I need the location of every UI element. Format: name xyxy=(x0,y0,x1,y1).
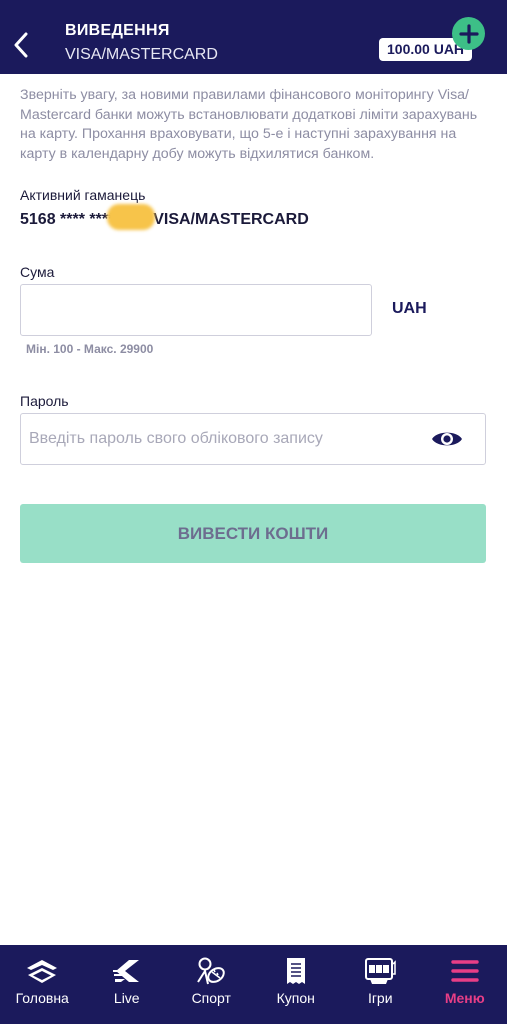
chevron-left-icon xyxy=(14,32,28,58)
nav-item-coupon[interactable]: Купон xyxy=(254,945,339,1024)
password-field xyxy=(20,413,486,465)
nav-label-menu: Меню xyxy=(444,990,485,1006)
show-password-button[interactable] xyxy=(431,427,463,451)
nav-label-sport: Спорт xyxy=(191,990,231,1006)
nav-label-games: Ігри xyxy=(367,990,393,1006)
nav-item-home[interactable]: Головна xyxy=(0,945,85,1024)
nav-label-live: Live xyxy=(113,990,140,1006)
back-button[interactable] xyxy=(8,26,34,64)
wallet-value: 5168 **** **** VISA/MASTERCARD xyxy=(20,204,309,230)
nav-item-menu[interactable]: Меню xyxy=(423,945,507,1024)
live-icon xyxy=(110,956,144,986)
currency-label: UAH xyxy=(392,300,427,317)
eye-icon xyxy=(432,432,462,446)
card-type: VISA/MASTERCARD xyxy=(153,211,309,229)
deposit-button[interactable] xyxy=(452,17,485,50)
nav-item-sport[interactable]: Спорт xyxy=(169,945,254,1024)
nav-item-live[interactable]: Live xyxy=(85,945,170,1024)
password-input[interactable] xyxy=(21,414,421,464)
nav-item-games[interactable]: Ігри xyxy=(338,945,423,1024)
withdraw-button[interactable]: ВИВЕСТИ КОШТИ xyxy=(20,504,486,563)
page-title: ВИВЕДЕННЯ xyxy=(65,22,170,39)
nav-label-coupon: Купон xyxy=(276,990,315,1006)
amount-label: Сума xyxy=(20,264,55,280)
sport-icon xyxy=(194,956,228,986)
card-number-prefix: 5168 **** **** xyxy=(20,211,115,229)
app-header: ВИВЕДЕННЯ VISA/MASTERCARD 100.00 UAH xyxy=(0,0,507,74)
plus-icon xyxy=(458,23,479,44)
bottom-nav: Головна Live Спорт Купон Ігри Меню xyxy=(0,945,507,1024)
nav-label-home: Головна xyxy=(15,990,69,1006)
games-icon xyxy=(363,956,397,986)
home-icon xyxy=(25,956,59,986)
password-label: Пароль xyxy=(20,393,69,409)
coupon-icon xyxy=(279,956,313,986)
page-subtitle: VISA/MASTERCARD xyxy=(65,46,218,63)
amount-input[interactable] xyxy=(20,284,372,336)
amount-limits: Мін. 100 - Макс. 29900 xyxy=(26,342,154,356)
monitoring-notice: Зверніть увагу, за новими правилами фіна… xyxy=(20,87,478,162)
menu-icon xyxy=(448,956,482,986)
card-number-mask xyxy=(106,204,155,230)
wallet-label: Активний гаманець xyxy=(20,187,146,203)
